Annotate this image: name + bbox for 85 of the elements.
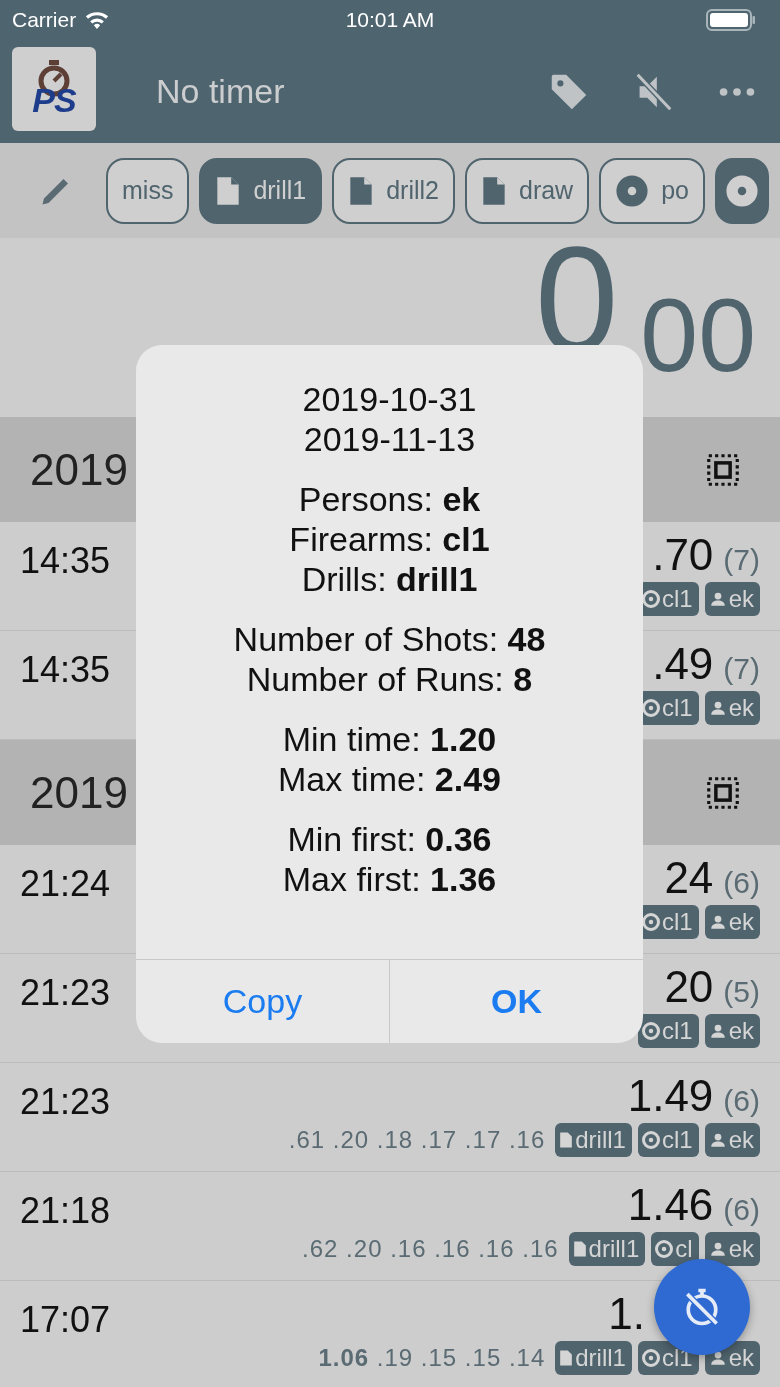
run-time: 21:24 — [20, 863, 111, 906]
tag-chip: ek — [704, 1014, 760, 1048]
shot-count: (7) — [723, 652, 760, 686]
target-icon — [641, 590, 660, 608]
target-icon — [641, 1131, 660, 1149]
person-icon — [708, 1349, 727, 1367]
summary-line: Min time: 1.20 — [282, 719, 497, 759]
target-icon — [641, 1349, 660, 1367]
run-total: 24 — [664, 853, 714, 903]
tag-chip: ek — [704, 582, 760, 616]
summary-line: Firearms: cl1 — [289, 519, 490, 559]
filter-chip[interactable]: miss — [106, 157, 190, 224]
run-time: 14:35 — [20, 649, 111, 692]
document-icon — [348, 174, 375, 207]
app-title: No timer — [156, 72, 286, 111]
filter-chip[interactable]: po — [599, 157, 705, 224]
person-icon — [708, 590, 727, 608]
summary-line: 2019-10-31 — [302, 379, 477, 419]
shot-count: (6) — [723, 1084, 760, 1118]
person-icon — [708, 699, 727, 717]
summary-line: Max first: 1.36 — [282, 859, 497, 899]
split-times: .61 .20 .18 .17 .17 .16 — [288, 1126, 546, 1154]
person-icon — [708, 1022, 727, 1040]
target-icon — [641, 699, 660, 717]
battery-icon — [706, 9, 756, 31]
document-icon — [215, 174, 242, 207]
run-time: 14:35 — [20, 540, 111, 583]
run-time: 21:23 — [20, 972, 111, 1015]
filter-chip[interactable]: drill2 — [332, 157, 455, 224]
run-total: 20 — [664, 962, 714, 1012]
shot-count: (7) — [723, 543, 760, 577]
tag-chip: ek — [704, 691, 760, 725]
split-times: .62 .20 .16 .16 .16 .16 — [302, 1235, 559, 1263]
run-total: 1. — [608, 1289, 645, 1339]
shot-count: (6) — [723, 866, 760, 900]
split-times: 1.06 .19 .15 .15 .14 — [318, 1344, 546, 1372]
shot-count: (6) — [723, 1193, 760, 1227]
person-icon — [708, 1240, 727, 1258]
target-icon — [725, 173, 759, 208]
run-total: .49 — [652, 639, 714, 689]
app-logo: PS — [12, 46, 96, 131]
run-time: 21:18 — [20, 1190, 111, 1233]
summary-line: Max time: 2.49 — [278, 759, 501, 799]
run-total: 1.49 — [627, 1071, 714, 1121]
person-icon — [708, 913, 727, 931]
run-time: 21:23 — [20, 1081, 111, 1124]
target-icon — [641, 913, 660, 931]
target-icon — [615, 173, 650, 208]
copy-button[interactable]: Copy — [136, 960, 389, 1043]
filter-chip[interactable]: drill1 — [199, 157, 323, 224]
filter-chip[interactable] — [715, 157, 769, 224]
ok-button[interactable]: OK — [389, 960, 643, 1043]
document-icon — [559, 1349, 574, 1367]
summary-line: Number of Shots: 48 — [233, 619, 546, 659]
summary-line: Min first: 0.36 — [287, 819, 492, 859]
tag-chip: drill1 — [555, 1341, 632, 1375]
person-icon — [708, 1131, 727, 1149]
tag-chip: cl — [651, 1232, 699, 1266]
status-time: 10:01 AM — [344, 8, 436, 32]
summary-line: Drills: drill1 — [301, 559, 478, 599]
tag-chip: drill1 — [555, 1123, 632, 1157]
tag-chip: ek — [704, 905, 760, 939]
group-date: 2019 — [30, 444, 128, 495]
document-icon — [559, 1131, 574, 1149]
summary-line: 2019-11-13 — [303, 419, 476, 459]
wifi-icon — [84, 10, 111, 30]
tag-chip: cl1 — [637, 1014, 699, 1048]
summary-line: Number of Runs: 8 — [246, 659, 533, 699]
run-time: 17:07 — [20, 1299, 111, 1342]
group-date: 2019 — [30, 767, 128, 818]
summary-line: Persons: ek — [298, 479, 481, 519]
tag-chip: ek — [704, 1123, 760, 1157]
filter-chip[interactable]: draw — [465, 157, 590, 224]
timer-hundredths: 00 — [640, 283, 756, 387]
carrier-label: Carrier — [12, 8, 77, 32]
target-icon — [655, 1240, 674, 1258]
tag-chip: cl1 — [637, 1123, 699, 1157]
run-total: 1.46 — [627, 1180, 714, 1230]
document-icon — [481, 174, 507, 207]
run-total: .70 — [652, 530, 714, 580]
target-icon — [641, 1022, 660, 1040]
tag-chip: ek — [704, 1232, 760, 1266]
document-icon — [572, 1240, 587, 1258]
tag-chip: drill1 — [568, 1232, 646, 1266]
shot-count: (5) — [723, 975, 760, 1009]
